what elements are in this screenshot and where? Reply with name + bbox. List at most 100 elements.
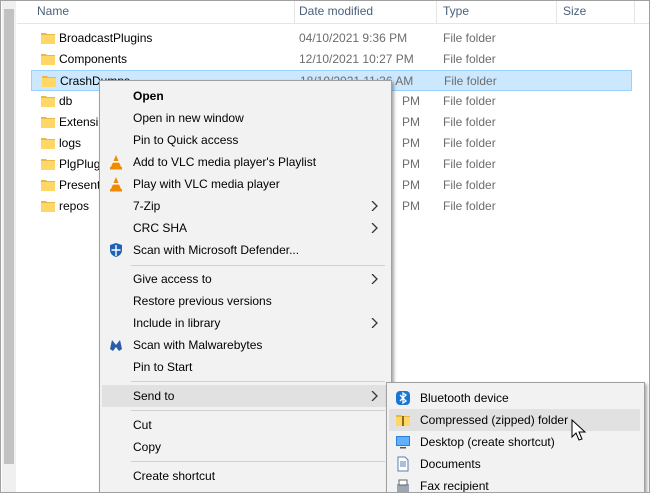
chevron-right-icon [371, 223, 378, 233]
sendto-item-zip[interactable]: Compressed (zipped) folder [389, 409, 640, 431]
folder-icon [41, 201, 55, 212]
sendto-item-documents[interactable]: Documents [389, 453, 640, 475]
menu-separator [131, 410, 385, 411]
file-type: File folder [443, 178, 496, 192]
column-date-header[interactable]: Date modified [299, 1, 373, 23]
menu-label: Send to [133, 389, 175, 403]
menu-separator [131, 461, 385, 462]
folder-icon [41, 159, 55, 170]
chevron-right-icon [371, 201, 378, 211]
vlc-cone-icon [110, 177, 122, 192]
column-divider[interactable] [634, 1, 635, 23]
file-date: 04/10/2021 9:36 PM [299, 31, 408, 45]
menu-label: Include in library [133, 316, 221, 330]
explorer-window: Name Date modified Type Size BroadcastPl… [0, 0, 650, 493]
column-size-header[interactable]: Size [563, 1, 586, 23]
file-date-fragment: PM [402, 94, 420, 108]
file-type: File folder [443, 199, 496, 213]
menu-item-defender[interactable]: Scan with Microsoft Defender... [102, 239, 387, 261]
file-name: Present [59, 178, 101, 192]
menu-label: Open [133, 89, 164, 103]
file-name: repos [59, 199, 90, 213]
menu-item-open[interactable]: Open [102, 85, 387, 107]
menu-label: 7-Zip [133, 199, 161, 213]
menu-item-vlc-add[interactable]: Add to VLC media player's Playlist [102, 151, 387, 173]
vlc-cone-icon [110, 155, 122, 170]
menu-separator [131, 381, 385, 382]
menu-item-vlc-play[interactable]: Play with VLC media player [102, 173, 387, 195]
menu-label: Restore previous versions [133, 294, 272, 308]
menu-separator [131, 265, 385, 266]
file-date-fragment: PM [402, 136, 420, 150]
menu-item-open-new-window[interactable]: Open in new window [102, 107, 387, 129]
folder-icon [41, 54, 55, 65]
menu-label: Add to VLC media player's Playlist [133, 155, 317, 169]
menu-label: Cut [133, 418, 152, 432]
column-type-header[interactable]: Type [443, 1, 469, 23]
column-header: Name Date modified Type Size [17, 1, 649, 24]
file-name: PlgPlug [59, 157, 101, 171]
file-date-fragment: PM [402, 199, 420, 213]
menu-label: Scan with Microsoft Defender... [133, 243, 300, 257]
folder-icon [41, 180, 55, 191]
column-name-header[interactable]: Name [37, 1, 69, 23]
menu-label: Documents [420, 457, 481, 471]
menu-item-crc-sha[interactable]: CRC SHA [102, 217, 387, 239]
mouse-pointer-icon [571, 419, 587, 441]
file-type: File folder [443, 52, 496, 66]
vertical-scrollbar[interactable] [2, 1, 16, 492]
menu-item-7zip[interactable]: 7-Zip [102, 195, 387, 217]
file-type: File folder [443, 157, 496, 171]
menu-item-create-shortcut[interactable]: Create shortcut [102, 465, 387, 487]
file-type: File folder [444, 74, 497, 88]
menu-item-include-library[interactable]: Include in library [102, 312, 387, 334]
file-row[interactable]: Components 12/10/2021 10:27 PM File fold… [31, 49, 632, 70]
desktop-icon [396, 436, 410, 449]
sendto-item-fax[interactable]: Fax recipient [389, 475, 640, 492]
chevron-right-icon [371, 318, 378, 328]
menu-label: Create shortcut [133, 469, 216, 483]
menu-label: Compressed (zipped) folder [420, 413, 569, 427]
file-name: logs [59, 136, 82, 150]
file-type: File folder [443, 94, 496, 108]
sendto-item-desktop[interactable]: Desktop (create shortcut) [389, 431, 640, 453]
defender-shield-icon [110, 243, 122, 257]
column-divider[interactable] [294, 1, 295, 23]
send-to-submenu: Bluetooth device Compressed (zipped) fol… [386, 382, 645, 492]
menu-item-give-access[interactable]: Give access to [102, 268, 387, 290]
file-date-fragment: PM [402, 115, 420, 129]
menu-item-pin-start[interactable]: Pin to Start [102, 356, 387, 378]
file-name: Components [59, 52, 128, 66]
menu-label: Copy [133, 440, 162, 454]
folder-icon [41, 96, 55, 107]
menu-label: Pin to Quick access [133, 133, 239, 147]
zip-folder-icon [396, 415, 410, 426]
menu-item-cut[interactable]: Cut [102, 414, 387, 436]
malwarebytes-icon [110, 340, 122, 351]
scrollbar-thumb[interactable] [4, 9, 14, 464]
file-date-fragment: PM [402, 178, 420, 192]
file-date: 12/10/2021 10:27 PM [299, 52, 414, 66]
context-menu: Open Open in new window Pin to Quick acc… [99, 80, 392, 492]
menu-label: Desktop (create shortcut) [420, 435, 555, 449]
menu-item-malwarebytes[interactable]: Scan with Malwarebytes [102, 334, 387, 356]
menu-item-pin-quick-access[interactable]: Pin to Quick access [102, 129, 387, 151]
file-type: File folder [443, 115, 496, 129]
folder-icon [42, 76, 56, 87]
menu-label: Open in new window [133, 111, 244, 125]
file-row[interactable]: BroadcastPlugins 04/10/2021 9:36 PM File… [31, 28, 632, 49]
menu-item-copy[interactable]: Copy [102, 436, 387, 458]
column-divider[interactable] [436, 1, 437, 23]
folder-icon [41, 33, 55, 44]
file-name: BroadcastPlugins [59, 31, 153, 45]
sendto-item-bluetooth[interactable]: Bluetooth device [389, 387, 640, 409]
folder-icon [41, 138, 55, 149]
fax-icon [397, 479, 409, 492]
menu-item-restore-versions[interactable]: Restore previous versions [102, 290, 387, 312]
menu-item-send-to[interactable]: Send to [102, 385, 387, 407]
chevron-right-icon [371, 391, 378, 401]
file-name: Extensi [59, 115, 99, 129]
chevron-right-icon [371, 274, 378, 284]
file-type: File folder [443, 136, 496, 150]
column-divider[interactable] [556, 1, 557, 23]
